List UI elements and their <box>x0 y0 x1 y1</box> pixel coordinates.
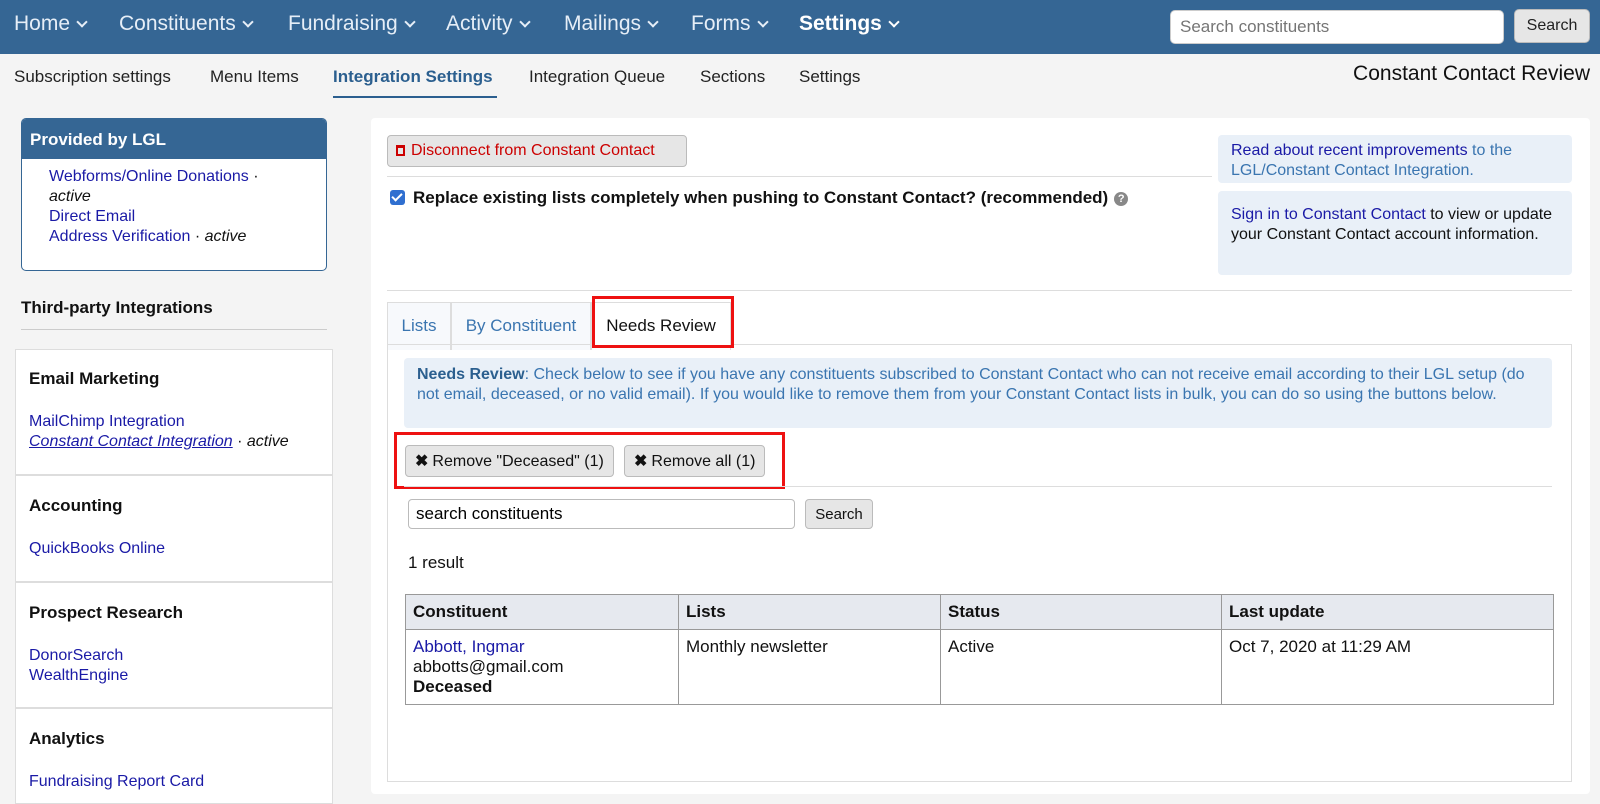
nav-constituents[interactable]: Constituents <box>119 12 254 36</box>
constituent-search-button[interactable]: Search <box>805 499 873 529</box>
subnav-subscription-settings[interactable]: Subscription settings <box>14 67 171 87</box>
chevron-down-icon <box>404 16 416 28</box>
report-card-link[interactable]: Fundraising Report Card <box>29 773 204 790</box>
sign-in-link[interactable]: Sign in to Constant Contact <box>1231 206 1426 223</box>
table-header-row: Constituent Lists Status Last update <box>405 594 1554 630</box>
subnav-integration-queue[interactable]: Integration Queue <box>529 67 665 87</box>
constant-contact-link[interactable]: Constant Contact Integration <box>29 433 233 450</box>
prospect-research-card: Prospect Research DonorSearch WealthEngi… <box>15 582 333 708</box>
section-links: Fundraising Report Card <box>29 772 204 792</box>
constituent-search-input[interactable] <box>408 499 795 529</box>
main-panel: Disconnect from Constant Contact Replace… <box>371 118 1590 794</box>
chevron-down-icon <box>518 16 531 28</box>
replace-lists-label: Replace existing lists completely when p… <box>413 188 1129 208</box>
list-item: Direct Email <box>49 207 326 227</box>
direct-email-link[interactable]: Direct Email <box>49 208 135 225</box>
disconnect-button[interactable]: Disconnect from Constant Contact <box>387 135 687 167</box>
provided-by-lgl-box: Provided by LGL Webforms/Online Donation… <box>21 118 327 271</box>
column-header: Last update <box>1221 594 1554 630</box>
nav-activity[interactable]: Activity <box>446 12 531 36</box>
result-count: 1 result <box>408 553 464 572</box>
status-text: active <box>204 228 247 245</box>
provided-list: Webforms/Online Donations · active Direc… <box>22 159 326 247</box>
help-icon[interactable]: ? <box>1114 192 1129 206</box>
section-links: DonorSearch WealthEngine <box>29 646 128 686</box>
chevron-down-icon <box>756 16 769 28</box>
nav-home[interactable]: Home <box>14 12 88 36</box>
improvements-info: Read about recent improvements to the LG… <box>1218 135 1572 183</box>
quickbooks-link[interactable]: QuickBooks Online <box>29 540 165 557</box>
email-marketing-card: Email Marketing MailChimp Integration Co… <box>15 349 333 475</box>
divider <box>387 176 1212 177</box>
chevron-down-icon <box>242 16 254 28</box>
replace-lists-checkbox[interactable] <box>390 190 405 205</box>
highlight-box <box>592 296 734 348</box>
needs-review-note: Needs Review: Check below to see if you … <box>404 358 1552 428</box>
results-table: Constituent Lists Status Last update Abb… <box>405 594 1554 705</box>
nav-forms[interactable]: Forms <box>691 12 769 36</box>
list-item: Address Verification · active <box>49 228 247 245</box>
wealthengine-link[interactable]: WealthEngine <box>29 667 128 684</box>
constituent-cell: Abbott, Ingmar abbotts@gmail.com Decease… <box>405 629 679 705</box>
section-title: Analytics <box>29 729 105 748</box>
section-title: Email Marketing <box>29 369 160 388</box>
last-update-cell: Oct 7, 2020 at 11:29 AM <box>1221 629 1554 705</box>
chevron-down-icon <box>76 16 88 28</box>
status-cell: Active <box>940 629 1222 705</box>
divider <box>404 486 1552 487</box>
section-links: QuickBooks Online <box>29 539 165 559</box>
tab-by-constituent[interactable]: By Constituent <box>451 302 591 350</box>
column-header: Constituent <box>405 594 679 630</box>
subnav-sections[interactable]: Sections <box>700 67 765 87</box>
deceased-flag: Deceased <box>413 677 493 696</box>
status-text: active <box>246 433 289 450</box>
list-item: Webforms/Online Donations · <box>49 168 259 185</box>
list-item: active <box>49 187 326 207</box>
lists-cell: Monthly newsletter <box>678 629 941 705</box>
constituent-link[interactable]: Abbott, Ingmar <box>413 637 525 656</box>
address-verification-link[interactable]: Address Verification <box>49 228 190 245</box>
column-header: Lists <box>678 594 941 630</box>
improvements-link[interactable]: Read about recent improvements <box>1231 142 1468 159</box>
section-links: MailChimp Integration Constant Contact I… <box>29 413 289 450</box>
subnav-integration-settings[interactable]: Integration Settings <box>333 67 493 87</box>
divider <box>387 290 1572 291</box>
donorsearch-link[interactable]: DonorSearch <box>29 647 123 664</box>
active-tab-underline <box>333 96 497 98</box>
constituent-email: abbotts@gmail.com <box>413 657 564 676</box>
top-search-input[interactable] <box>1170 10 1504 44</box>
subnav-settings[interactable]: Settings <box>799 67 860 87</box>
table-row: Abbott, Ingmar abbotts@gmail.com Decease… <box>405 629 1554 705</box>
nav-fundraising[interactable]: Fundraising <box>288 12 416 36</box>
third-party-heading: Third-party Integrations <box>21 298 213 317</box>
highlight-box <box>394 432 785 489</box>
nav-mailings[interactable]: Mailings <box>564 12 659 36</box>
top-nav: Home Constituents Fundraising Activity M… <box>0 0 1600 54</box>
chevron-down-icon <box>647 16 659 28</box>
accounting-card: Accounting QuickBooks Online <box>15 475 333 582</box>
webforms-link[interactable]: Webforms/Online Donations <box>49 168 249 185</box>
sign-in-info: Sign in to Constant Contact to view or u… <box>1218 191 1572 275</box>
mailchimp-link[interactable]: MailChimp Integration <box>29 413 185 430</box>
divider <box>21 329 327 330</box>
page-title: Constant Contact Review <box>1353 62 1590 85</box>
tab-lists[interactable]: Lists <box>387 302 451 350</box>
subnav-menu-items[interactable]: Menu Items <box>210 67 299 87</box>
status-text: active <box>49 188 91 205</box>
column-header: Status <box>940 594 1222 630</box>
nav-settings[interactable]: Settings <box>799 12 900 36</box>
provided-by-lgl-title: Provided by LGL <box>22 119 326 159</box>
chevron-down-icon <box>888 16 900 28</box>
analytics-card: Analytics Fundraising Report Card <box>15 708 333 804</box>
section-title: Accounting <box>29 496 123 515</box>
trash-icon <box>396 145 405 156</box>
top-search-button[interactable]: Search <box>1514 9 1590 43</box>
section-title: Prospect Research <box>29 603 184 622</box>
